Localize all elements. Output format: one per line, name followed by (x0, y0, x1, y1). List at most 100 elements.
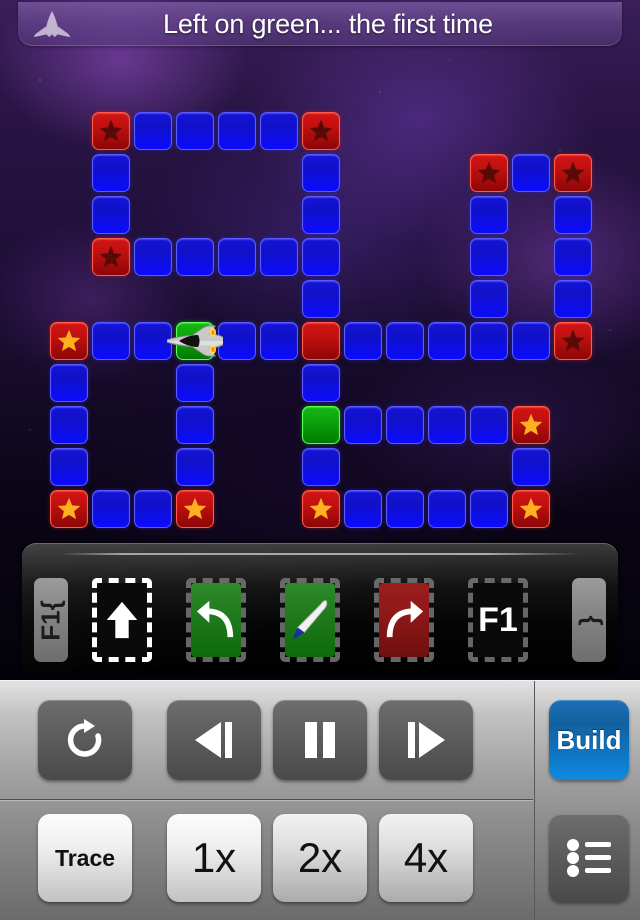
board-cell[interactable] (470, 238, 508, 276)
board-cell[interactable] (134, 112, 172, 150)
board-cell[interactable] (176, 322, 214, 360)
board-cell[interactable] (50, 490, 88, 528)
board-cell[interactable] (50, 406, 88, 444)
step-forward-button[interactable] (379, 700, 473, 780)
program-slot-2[interactable] (186, 578, 246, 662)
board-cell[interactable] (92, 112, 130, 150)
transport-controls: Trace 1x 2x 4x (0, 681, 533, 920)
board-cell[interactable] (260, 112, 298, 150)
board-cell[interactable] (176, 112, 214, 150)
speed-1x-button[interactable]: 1x (167, 814, 261, 902)
board-cell[interactable] (344, 322, 382, 360)
build-label: Build (556, 725, 622, 755)
function-close-label: } (573, 614, 604, 626)
board-cell[interactable] (470, 196, 508, 234)
board-cell[interactable] (470, 280, 508, 318)
board-cell[interactable] (218, 322, 256, 360)
board-cell[interactable] (176, 406, 214, 444)
program-slot-tile: F1 (473, 583, 523, 657)
board-cell[interactable] (176, 364, 214, 402)
star-icon (477, 161, 501, 184)
pause-button[interactable] (273, 700, 367, 780)
program-slot-1[interactable] (92, 578, 152, 662)
board-cell[interactable] (92, 196, 130, 234)
board-cell[interactable] (302, 406, 340, 444)
board-cell[interactable] (260, 322, 298, 360)
board-cell[interactable] (134, 490, 172, 528)
board-cell[interactable] (302, 238, 340, 276)
build-button[interactable]: Build (549, 700, 629, 780)
board-cell[interactable] (302, 322, 340, 360)
board-cell[interactable] (92, 238, 130, 276)
board-cell[interactable] (512, 154, 550, 192)
board-cell[interactable] (302, 280, 340, 318)
board-cell[interactable] (302, 196, 340, 234)
board-cell[interactable] (554, 196, 592, 234)
program-slot-3[interactable] (280, 578, 340, 662)
board-cell[interactable] (428, 406, 466, 444)
star-icon (99, 119, 123, 142)
board-cell[interactable] (302, 448, 340, 486)
board-cell[interactable] (470, 406, 508, 444)
board-cell[interactable] (50, 364, 88, 402)
board-cell[interactable] (134, 322, 172, 360)
board-cell[interactable] (302, 364, 340, 402)
board-cell[interactable] (260, 238, 298, 276)
arrow-up-icon (106, 601, 138, 639)
board-cell[interactable] (512, 322, 550, 360)
board-cell[interactable] (386, 490, 424, 528)
board-cell[interactable] (50, 322, 88, 360)
speed-2x-label: 2x (297, 834, 343, 881)
board-cell[interactable] (512, 448, 550, 486)
speed-4x-button[interactable]: 4x (379, 814, 473, 902)
board-cell[interactable] (344, 406, 382, 444)
board-cell[interactable] (92, 154, 130, 192)
board-cell[interactable] (50, 448, 88, 486)
board-cell[interactable] (302, 112, 340, 150)
board-cell[interactable] (302, 154, 340, 192)
board-cell[interactable] (428, 490, 466, 528)
board-cell[interactable] (176, 238, 214, 276)
step-back-button[interactable] (167, 700, 261, 780)
program-slot-tile (285, 583, 335, 657)
board-cell[interactable] (512, 490, 550, 528)
speed-2x-button[interactable]: 2x (273, 814, 367, 902)
board-cell[interactable] (428, 322, 466, 360)
restart-button[interactable] (38, 700, 132, 780)
board-cell[interactable] (302, 490, 340, 528)
board-cell[interactable] (176, 448, 214, 486)
puzzle-board[interactable] (0, 0, 640, 540)
star-icon (309, 497, 333, 520)
board-cell[interactable] (176, 490, 214, 528)
program-slot-5[interactable]: F1 (468, 578, 528, 662)
program-slot-tile (97, 583, 147, 657)
board-cell[interactable] (470, 490, 508, 528)
board-cell[interactable] (218, 112, 256, 150)
control-panel: Trace 1x 2x 4x Build (0, 680, 640, 920)
board-cell[interactable] (344, 490, 382, 528)
board-cell[interactable] (470, 322, 508, 360)
menu-button[interactable] (549, 814, 629, 902)
board-cell[interactable] (554, 322, 592, 360)
board-cell[interactable] (386, 322, 424, 360)
board-cell[interactable] (512, 406, 550, 444)
star-icon (183, 497, 207, 520)
board-cell[interactable] (554, 280, 592, 318)
board-cell[interactable] (92, 490, 130, 528)
program-slot-4[interactable] (374, 578, 434, 662)
speed-4x-label: 4x (403, 834, 449, 881)
board-cell[interactable] (554, 238, 592, 276)
function-open-tab[interactable]: F1{ (34, 578, 68, 662)
program-slot-tile (379, 583, 429, 657)
star-icon (57, 497, 81, 520)
board-cell[interactable] (134, 238, 172, 276)
board-cell[interactable] (386, 406, 424, 444)
star-icon (561, 161, 585, 184)
trace-button[interactable]: Trace (38, 814, 132, 902)
board-cell[interactable] (554, 154, 592, 192)
board-cell[interactable] (470, 154, 508, 192)
function-close-tab[interactable]: } (572, 578, 606, 662)
board-cell[interactable] (218, 238, 256, 276)
board-cell[interactable] (92, 322, 130, 360)
star-icon (519, 413, 543, 436)
